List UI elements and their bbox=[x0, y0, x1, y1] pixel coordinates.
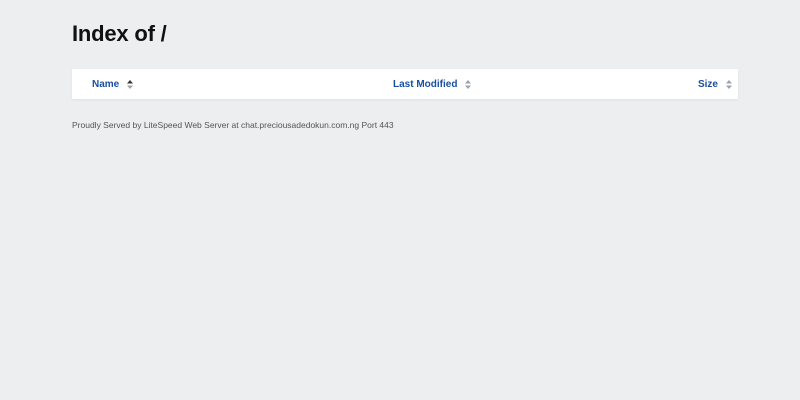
column-label-size: Size bbox=[697, 78, 718, 90]
sort-ascending-icon bbox=[127, 79, 134, 89]
column-header-size[interactable]: Size bbox=[698, 69, 732, 99]
file-table-header: Name Last Modified Size bbox=[72, 69, 738, 99]
column-header-name[interactable]: Name bbox=[92, 69, 134, 99]
sort-neutral-icon bbox=[726, 79, 732, 89]
column-label-last-modified: Last Modified bbox=[393, 78, 458, 90]
server-signature: Proudly Served by LiteSpeed Web Server a… bbox=[72, 120, 394, 130]
column-header-last-modified[interactable]: Last Modified bbox=[393, 69, 472, 99]
column-label-name: Name bbox=[92, 78, 120, 90]
page-title: Index of / bbox=[72, 21, 167, 46]
sort-neutral-icon bbox=[465, 79, 472, 89]
directory-listing-page: Index of / Name Last Modified Size Proud… bbox=[0, 0, 800, 400]
